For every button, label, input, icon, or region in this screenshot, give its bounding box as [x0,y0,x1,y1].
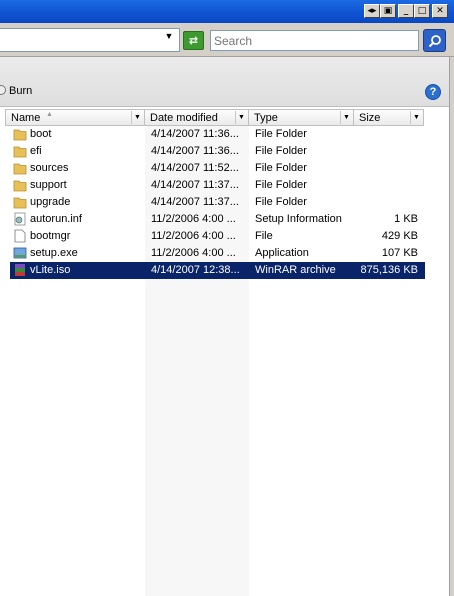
file-type: File Folder [255,128,307,140]
file-row[interactable]: sources 4/14/2007 11:52... File Folder [0,160,427,177]
column-filter-dropdown-icon[interactable]: ▼ [410,111,422,124]
search-icon [428,34,441,47]
file-row[interactable]: support 4/14/2007 11:37... File Folder [0,177,427,194]
file-row[interactable]: bootmgr 11/2/2006 4:00 ... File 429 KB [0,228,427,245]
file-name: efi [30,145,42,157]
refresh-arrows-icon: ⇄ [188,34,199,47]
column-filter-dropdown-icon[interactable]: ▼ [340,111,352,124]
address-dropdown-icon[interactable]: ▼ [162,30,176,42]
column-type-label: Type [254,112,278,124]
winrar-archive-icon [15,264,25,276]
file-type: WinRAR archive [255,264,336,276]
help-glyph: ? [429,86,437,98]
file-size: 1 KB [394,213,418,225]
file-name: upgrade [30,196,71,208]
minimize-icon: _ [403,5,409,16]
help-icon[interactable]: ? [425,84,441,100]
column-name-label: Name [11,112,41,124]
file-date: 4/14/2007 11:37... [151,196,239,208]
minimize-button[interactable]: _ [398,4,414,18]
dock-icon: ◂▸ [367,5,377,16]
file-name: autorun.inf [30,213,82,225]
column-header-name[interactable]: Name ▲ ▼ [5,109,145,126]
column-header-date[interactable]: Date modified ▼ [145,109,249,126]
column-header-row: Name ▲ ▼ Date modified ▼ Type ▼ Size ▼ [0,109,427,126]
window-right-border [449,57,454,596]
file-name: boot [30,128,52,140]
setup-info-icon [14,212,26,226]
column-date-label: Date modified [150,112,218,124]
application-icon [13,247,27,259]
file-row-selected[interactable]: vLite.iso 4/14/2007 12:38... WinRAR arch… [10,262,425,279]
file-name: vLite.iso [30,264,71,276]
file-size: 875,136 KB [360,264,419,276]
folder-icon [13,163,27,175]
file-date: 11/2/2006 4:00 ... [151,247,236,259]
command-toolbar: Burn ? [0,57,454,107]
folder-icon [13,146,27,158]
file-date: 4/14/2007 11:52... [151,162,239,174]
column-filter-dropdown-icon[interactable]: ▼ [131,111,143,124]
search-button[interactable] [423,29,446,52]
close-icon: ✕ [436,5,444,16]
restore-icon: ▣ [383,5,393,16]
file-size: 429 KB [381,230,418,242]
file-date: 11/2/2006 4:00 ... [151,213,236,225]
file-date: 4/14/2007 12:38... [151,264,240,276]
go-button[interactable]: ⇄ [183,31,204,50]
maximize-icon: □ [417,5,427,16]
file-row[interactable]: autorun.inf 11/2/2006 4:00 ... Setup Inf… [0,211,427,228]
maximize-button[interactable]: □ [414,4,430,18]
file-size: 107 KB [381,247,418,259]
column-filter-dropdown-icon[interactable]: ▼ [235,111,247,124]
file-type: File Folder [255,162,307,174]
burn-button[interactable]: Burn [9,85,32,97]
file-type: File Folder [255,145,307,157]
folder-icon [13,129,27,141]
file-date: 11/2/2006 4:00 ... [151,230,236,242]
dock-button[interactable]: ◂▸ [364,4,380,18]
title-bar: ◂▸ ▣ _ □ ✕ [0,0,454,23]
column-size-label: Size [359,112,381,124]
sort-ascending-icon: ▲ [46,111,53,118]
burn-icon [0,85,6,95]
file-name: sources [30,162,69,174]
address-field[interactable] [0,28,180,52]
file-date: 4/14/2007 11:36... [151,128,239,140]
file-date: 4/14/2007 11:36... [151,145,239,157]
column-header-size[interactable]: Size ▼ [354,109,424,126]
address-bar: ▼ ⇄ [0,23,454,57]
restore-side-button[interactable]: ▣ [380,4,396,18]
file-name: setup.exe [30,247,78,259]
search-input[interactable] [210,30,419,51]
file-row[interactable]: upgrade 4/14/2007 11:37... File Folder [0,194,427,211]
file-row[interactable]: boot 4/14/2007 11:36... File Folder [0,126,427,143]
folder-icon [13,180,27,192]
file-row[interactable]: setup.exe 11/2/2006 4:00 ... Application… [0,245,427,262]
folder-icon [13,197,27,209]
file-type: Application [255,247,309,259]
file-type: File Folder [255,179,307,191]
file-type: File [255,230,273,242]
file-date: 4/14/2007 11:37... [151,179,239,191]
file-name: support [30,179,67,191]
close-button[interactable]: ✕ [432,4,448,18]
file-type: File Folder [255,196,307,208]
file-row[interactable]: efi 4/14/2007 11:36... File Folder [0,143,427,160]
file-type: Setup Information [255,213,342,225]
column-header-type[interactable]: Type ▼ [249,109,354,126]
file-name: bootmgr [30,230,71,242]
file-icon [14,229,26,243]
